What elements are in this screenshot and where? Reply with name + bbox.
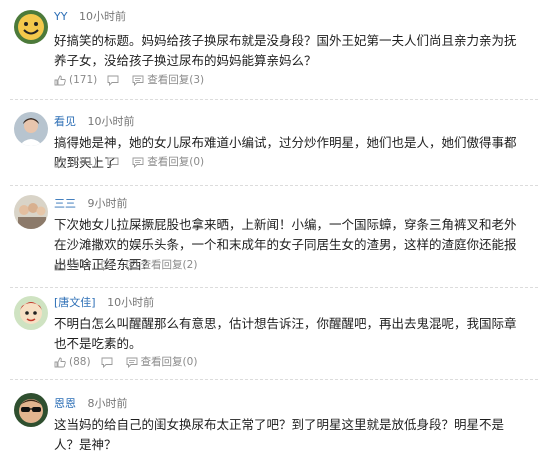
thumbs-up-icon (54, 260, 66, 270)
username[interactable]: YY (54, 10, 67, 23)
view-replies-button[interactable]: 查看回复(0) (126, 355, 198, 369)
reply-button[interactable] (101, 260, 116, 271)
view-replies-icon (132, 157, 144, 168)
username[interactable]: [唐文佳] (54, 296, 96, 309)
view-replies-label: 查看回复(0) (147, 156, 205, 168)
view-replies-label: 查看回复(3) (147, 74, 205, 86)
like-button[interactable]: (171) (54, 73, 97, 87)
view-replies-icon (126, 357, 138, 368)
comment-item: 三三 9小时前 下次她女儿拉屎撅屁股也拿来晒，上新闻！小编，一个国际蟑，穿条三角… (0, 186, 550, 288)
like-button[interactable]: (281) (54, 155, 97, 169)
username[interactable]: 看见 (54, 115, 76, 128)
view-replies-icon (126, 260, 138, 271)
comment-text: 好搞笑的标题。妈妈给孩子换尿布就是没身段？国外王妃第一夫人们尚且亲力亲为抚养子女… (54, 33, 517, 68)
comment-actions: (51) 查看回复(2) (54, 258, 207, 272)
thumbs-up-icon (54, 75, 66, 85)
comment-text: 这当妈的给自己的闺女换尿布太正常了吧？到了明星这里就是放低身段？明星不是人？是神… (54, 417, 505, 452)
like-count: (51) (69, 259, 91, 271)
view-replies-label: 查看回复(0) (140, 356, 198, 368)
reply-button[interactable] (107, 75, 122, 86)
user-avatar[interactable] (14, 393, 48, 427)
view-replies-icon (132, 75, 144, 86)
timestamp: 10小时前 (87, 115, 135, 128)
timestamp: 8小时前 (87, 397, 128, 410)
view-replies-button[interactable]: 查看回复(0) (132, 155, 204, 169)
reply-button[interactable] (107, 157, 122, 168)
view-replies-label: 查看回复(2) (140, 259, 198, 271)
reply-icon (107, 75, 119, 86)
like-button[interactable]: (88) (54, 355, 91, 369)
reply-icon (107, 157, 119, 168)
comment-actions: (171) 查看回复(3) (54, 73, 214, 87)
comment-actions: (88) 查看回复(0) (54, 355, 207, 369)
comment-item: YY 10小时前 好搞笑的标题。妈妈给孩子换尿布就是没身段？国外王妃第一夫人们尚… (0, 0, 550, 100)
like-count: (88) (69, 356, 91, 368)
like-button[interactable]: (51) (54, 258, 91, 272)
view-replies-button[interactable]: 查看回复(3) (132, 73, 204, 87)
comment-actions: (281) 查看回复(0) (54, 155, 214, 169)
reply-icon (101, 260, 113, 271)
comment-item: 看见 10小时前 搞得她是神，她的女儿尿布难道小编试，过分炒作明星，她们也是人，… (0, 100, 550, 186)
reply-icon (101, 357, 113, 368)
username[interactable]: 恩恩 (54, 397, 76, 410)
username[interactable]: 三三 (54, 197, 76, 210)
comment-item: [唐文佳] 10小时前 不明白怎么叫醒醒那么有意思，估计想告诉汪，你醒醒吧，再出… (0, 288, 550, 380)
timestamp: 9小时前 (87, 197, 128, 210)
reply-button[interactable] (101, 357, 116, 368)
comment-text: 不明白怎么叫醒醒那么有意思，估计想告诉汪，你醒醒吧，再出去鬼混呢，我国际章也不是… (54, 316, 517, 351)
user-avatar[interactable] (14, 112, 48, 146)
like-count: (281) (69, 156, 98, 168)
thumbs-up-icon (54, 357, 66, 367)
user-avatar[interactable] (14, 296, 48, 330)
user-avatar[interactable] (14, 195, 48, 229)
thumbs-up-icon (54, 157, 66, 167)
timestamp: 10小时前 (78, 10, 126, 23)
comment-item: 恩恩 8小时前 这当妈的给自己的闺女换尿布太正常了吧？到了明星这里就是放低身段？… (0, 380, 550, 457)
like-count: (171) (69, 74, 98, 86)
view-replies-button[interactable]: 查看回复(2) (126, 258, 198, 272)
user-avatar[interactable] (14, 10, 48, 44)
timestamp: 10小时前 (107, 296, 155, 309)
